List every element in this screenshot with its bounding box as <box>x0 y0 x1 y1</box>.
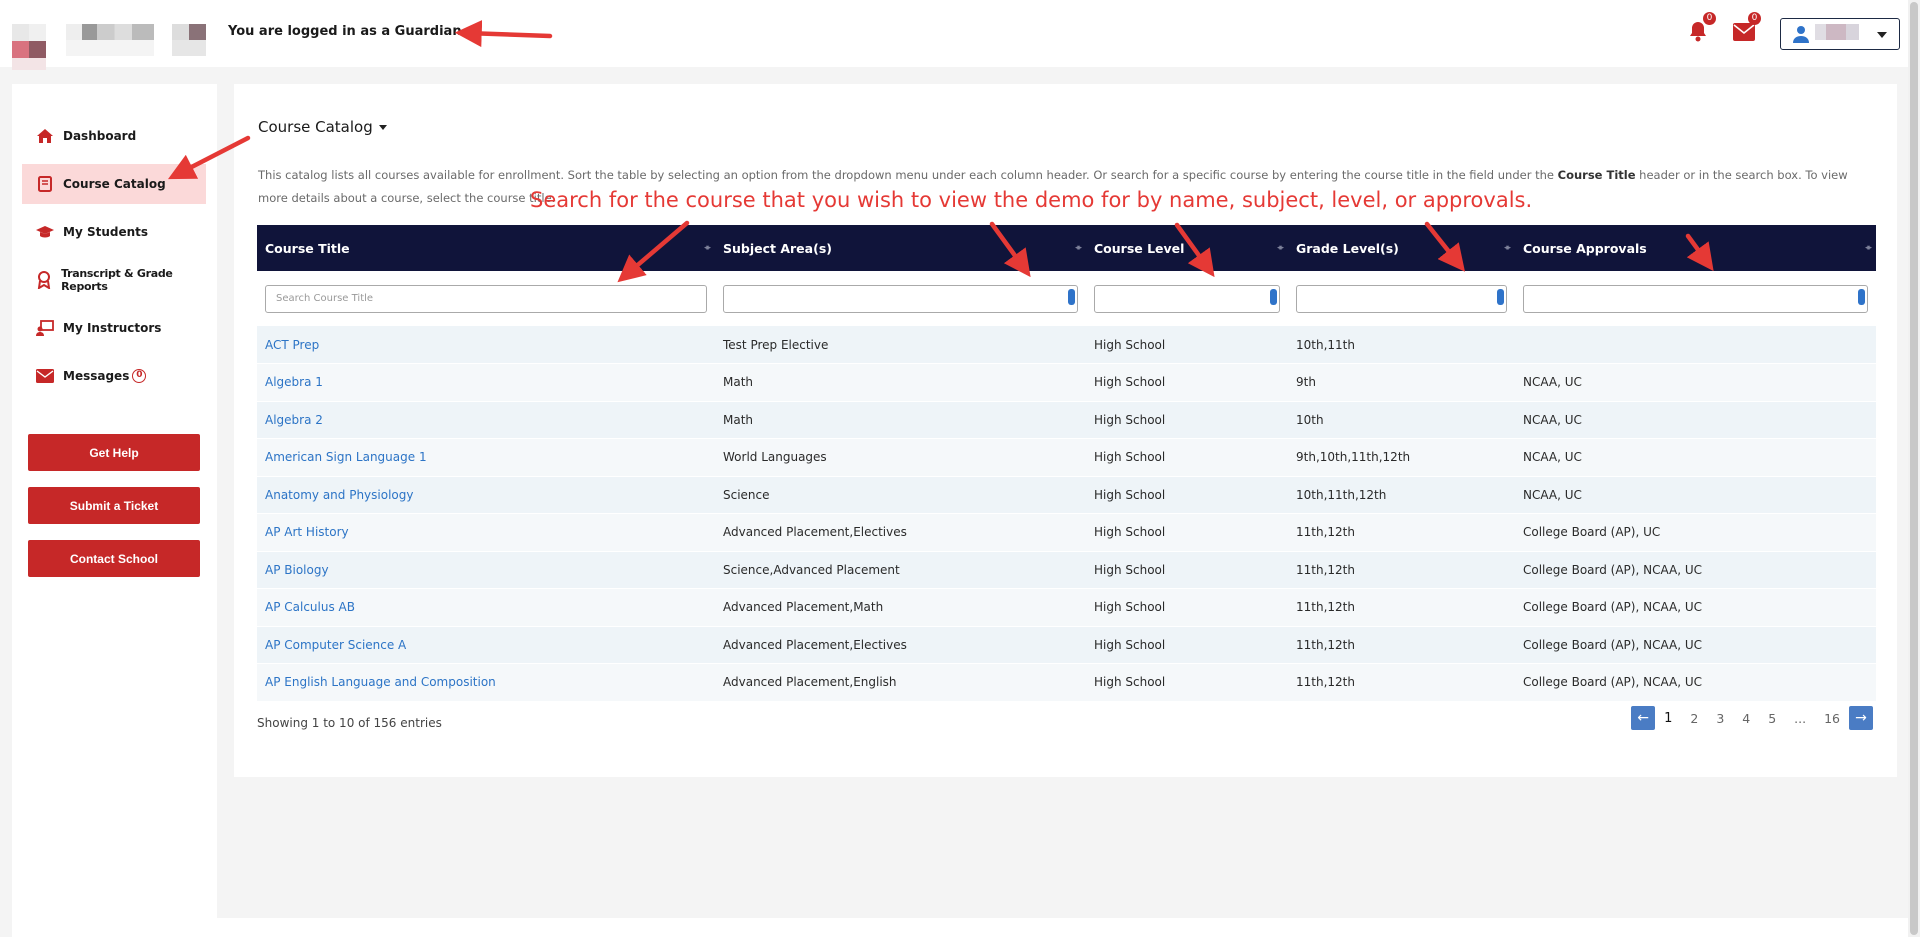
subject-filter-select[interactable] <box>723 284 1078 313</box>
course-title-link[interactable]: Algebra 1 <box>265 375 323 389</box>
school-logo <box>12 24 46 70</box>
award-icon <box>36 271 52 289</box>
messages-count-badge: 0 <box>132 369 147 383</box>
sort-icon: ◂▸ <box>1864 243 1872 253</box>
book-icon <box>36 175 54 193</box>
arrow-left-icon: ← <box>1637 710 1649 726</box>
course-title-link[interactable]: AP Computer Science A <box>265 638 406 652</box>
page-link[interactable]: 3 <box>1716 711 1724 726</box>
page-link[interactable]: 1 <box>1664 711 1672 726</box>
sidebar-item-course-catalog[interactable]: Course Catalog <box>22 164 206 204</box>
approvals-filter-select[interactable] <box>1523 284 1868 313</box>
table-row: Algebra 1 Math High School 9th NCAA, UC <box>257 363 1876 401</box>
table-row: AP English Language and Composition Advan… <box>257 663 1876 701</box>
course-title-link[interactable]: AP Calculus AB <box>265 600 355 614</box>
sidebar-item-messages[interactable]: Messages 0 <box>22 356 206 396</box>
filter-row: Search Course Title <box>257 271 1876 326</box>
table-row: AP Calculus AB Advanced Placement,Math Hig… <box>257 588 1876 626</box>
course-title-link[interactable]: American Sign Language 1 <box>265 450 427 464</box>
sort-icon: ◂▸ <box>1074 243 1082 253</box>
footer-strip <box>217 918 1908 937</box>
login-status: You are logged in as a Guardian <box>228 24 462 39</box>
envelope-icon <box>1733 23 1755 41</box>
table-row: Anatomy and Physiology Science High School… <box>257 476 1876 514</box>
sidebar-item-transcript[interactable]: Transcript & Grade Reports <box>22 260 206 300</box>
course-title-link[interactable]: AP English Language and Composition <box>265 675 496 689</box>
course-title-link[interactable]: Anatomy and Physiology <box>265 488 413 502</box>
page-scrollbar[interactable] <box>1908 0 1920 937</box>
page-ellipsis: ... <box>1794 710 1807 726</box>
school-name-redacted <box>66 24 154 40</box>
table-row: ACT Prep Test Prep Elective High School 10t… <box>257 326 1876 364</box>
user-icon <box>1793 26 1809 43</box>
column-header-approvals[interactable]: Course Approvals ◂▸ <box>1515 225 1876 271</box>
course-table: Course Title ◂▸ Subject Area(s) ◂▸ Course … <box>257 225 1876 702</box>
contact-school-button[interactable]: Contact School <box>28 540 200 577</box>
course-level-filter-select[interactable] <box>1094 284 1280 313</box>
sidebar-item-label: Transcript & Grade Reports <box>61 267 173 293</box>
page-link[interactable]: 2 <box>1690 711 1698 726</box>
table-row: AP Biology Science,Advanced Placement High… <box>257 551 1876 589</box>
table-row: American Sign Language 1 World Languages H… <box>257 438 1876 476</box>
sidebar-item-my-instructors[interactable]: My Instructors <box>22 308 206 348</box>
page-title: Course Catalog <box>258 118 373 136</box>
redacted-block-2 <box>172 40 206 56</box>
user-name-redacted <box>1815 24 1859 40</box>
main-panel: Course Catalog This catalog lists all co… <box>234 84 1897 777</box>
submit-ticket-button[interactable]: Submit a Ticket <box>28 487 200 524</box>
chevron-down-icon <box>1877 32 1887 38</box>
column-header-subject[interactable]: Subject Area(s) ◂▸ <box>715 225 1086 271</box>
arrow-right-icon: → <box>1855 710 1867 726</box>
course-title-search-input[interactable]: Search Course Title <box>265 284 707 313</box>
user-menu-button[interactable] <box>1780 18 1900 50</box>
sort-icon: ◂▸ <box>1503 243 1511 253</box>
school-name-redacted-2 <box>66 40 154 56</box>
course-title-link[interactable]: AP Art History <box>265 525 349 539</box>
table-header-row: Course Title ◂▸ Subject Area(s) ◂▸ Course … <box>257 225 1876 271</box>
table-row: Algebra 2 Math High School 10th NCAA, UC <box>257 401 1876 439</box>
sidebar-item-dashboard[interactable]: Dashboard <box>22 116 206 156</box>
caret-down-icon <box>378 124 387 130</box>
home-icon <box>36 127 54 145</box>
sort-icon: ◂▸ <box>1276 243 1284 253</box>
sidebar-item-label: Course Catalog <box>63 177 166 191</box>
course-title-link[interactable]: AP Biology <box>265 563 329 577</box>
graduation-cap-icon <box>36 223 54 241</box>
notifications-button[interactable]: 0 <box>1688 12 1716 42</box>
column-header-course-title[interactable]: Course Title ◂▸ <box>257 225 715 271</box>
sidebar-item-label: Messages <box>63 369 130 383</box>
column-header-grade-level[interactable]: Grade Level(s) ◂▸ <box>1288 225 1515 271</box>
table-row: AP Art History Advanced Placement,Electiv… <box>257 513 1876 551</box>
annotation-text: Search for the course that you wish to v… <box>530 188 1533 212</box>
notifications-badge: 0 <box>1703 12 1716 25</box>
sidebar-item-my-students[interactable]: My Students <box>22 212 206 252</box>
page-title-dropdown[interactable]: Course Catalog <box>258 118 387 136</box>
course-title-link[interactable]: Algebra 2 <box>265 413 323 427</box>
next-page-button[interactable]: → <box>1849 706 1873 730</box>
grade-level-filter-select[interactable] <box>1296 284 1507 313</box>
sidebar-item-label: My Students <box>63 225 149 239</box>
redacted-block <box>172 24 206 40</box>
envelope-icon <box>36 367 54 385</box>
teacher-icon <box>36 319 54 337</box>
sort-icon: ◂▸ <box>703 243 711 253</box>
top-bar: You are logged in as a Guardian 0 0 <box>0 0 1920 70</box>
sidebar: Dashboard Course Catalog My Students Tra… <box>12 84 217 937</box>
previous-page-button[interactable]: ← <box>1631 706 1656 730</box>
scrollbar-thumb[interactable] <box>1910 2 1918 935</box>
course-title-link[interactable]: ACT Prep <box>265 338 319 352</box>
messages-button[interactable]: 0 <box>1733 12 1761 42</box>
sidebar-item-label: Dashboard <box>63 129 137 143</box>
column-header-course-level[interactable]: Course Level ◂▸ <box>1086 225 1288 271</box>
entries-info: Showing 1 to 10 of 156 entries <box>257 716 442 730</box>
page-link[interactable]: 4 <box>1742 711 1750 726</box>
messages-badge: 0 <box>1748 12 1761 25</box>
page-link[interactable]: 16 <box>1824 711 1840 726</box>
page-link[interactable]: 5 <box>1768 711 1776 726</box>
get-help-button[interactable]: Get Help <box>28 434 200 471</box>
pagination: ← 1 2 3 4 5 ... 16 → <box>1631 706 1873 730</box>
sidebar-item-label: My Instructors <box>63 321 162 335</box>
table-row: AP Computer Science A Advanced Placement,… <box>257 626 1876 664</box>
